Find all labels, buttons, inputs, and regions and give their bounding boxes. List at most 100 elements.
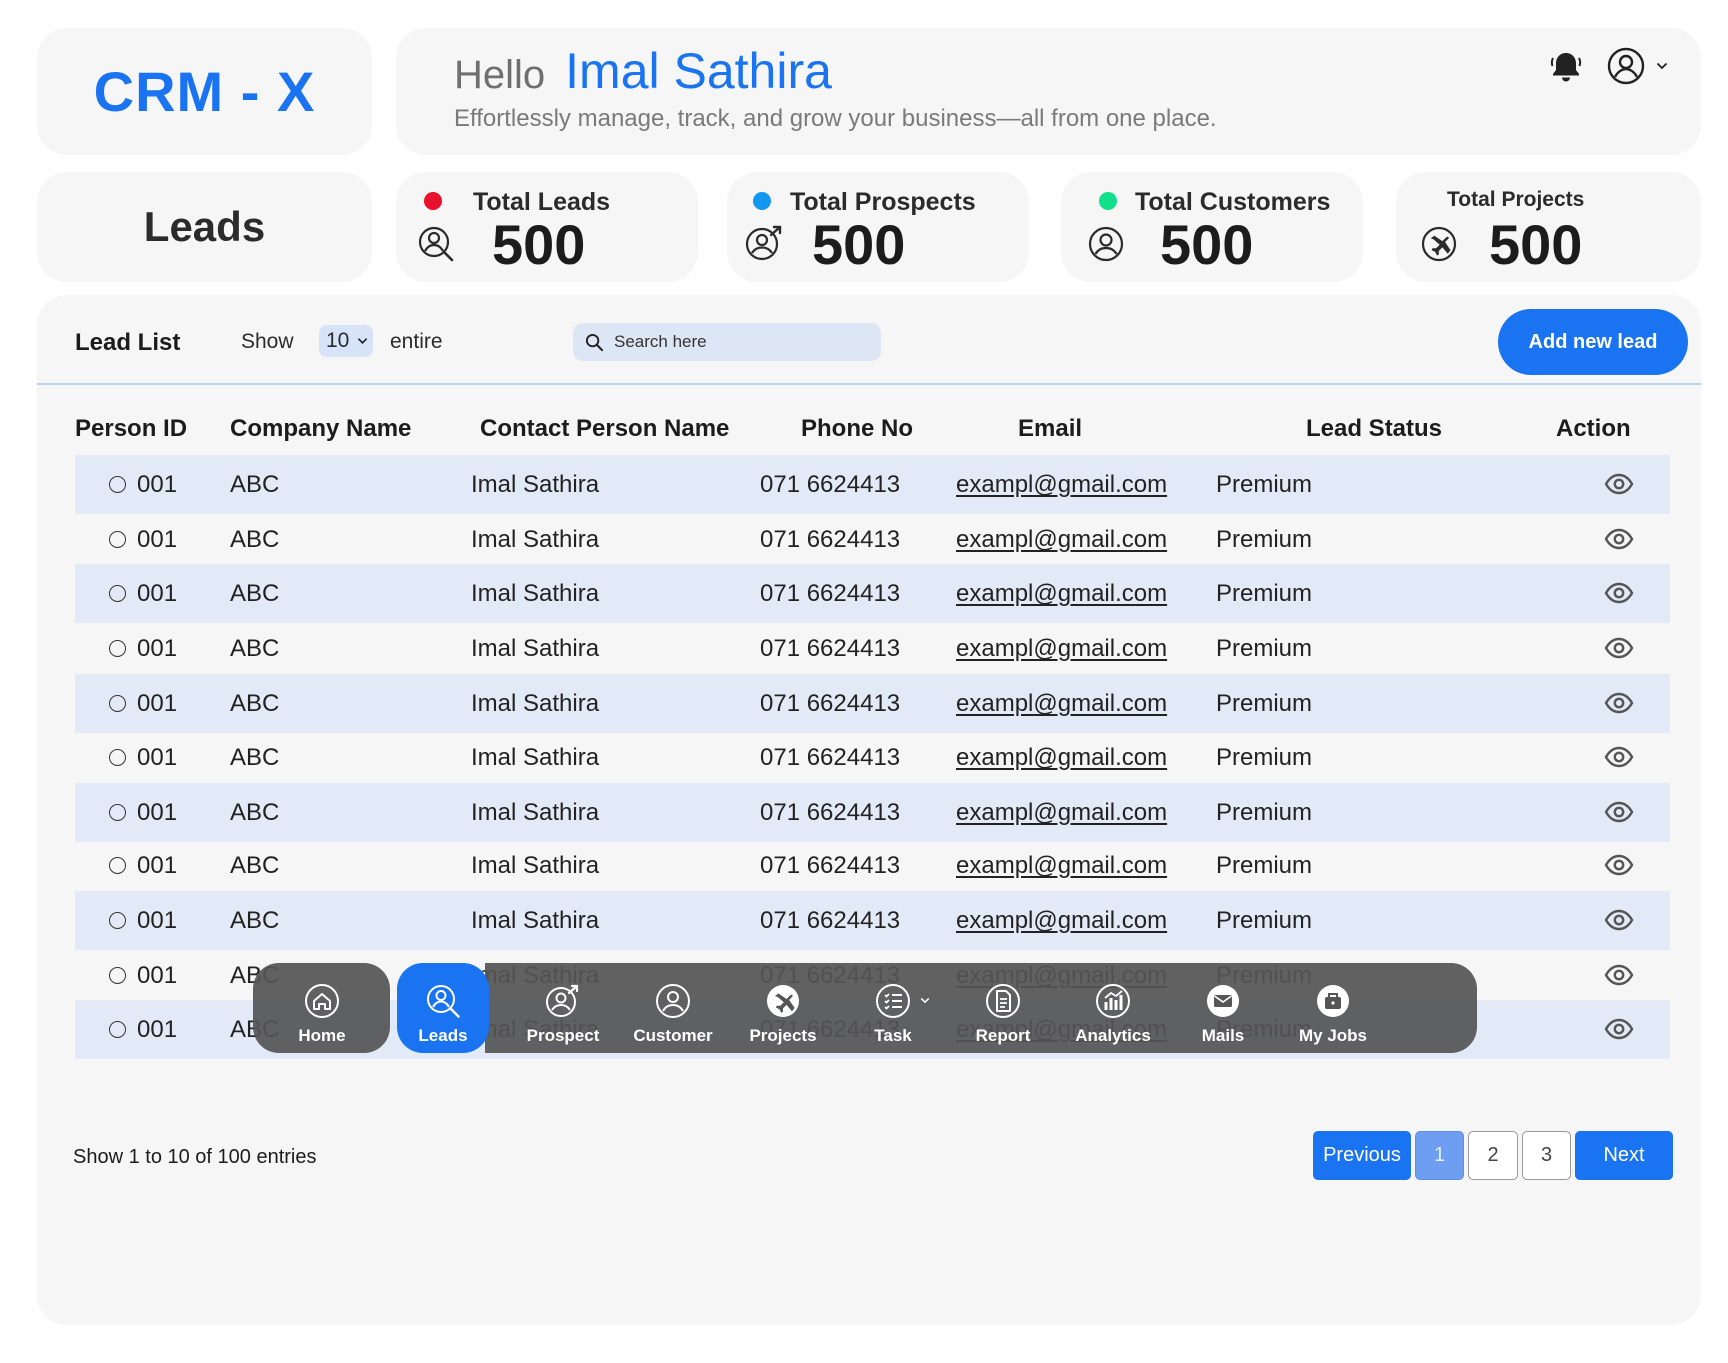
row-select-radio[interactable] <box>109 804 126 821</box>
header: Hello Imal Sathira Effortlessly manage, … <box>396 28 1701 155</box>
page-title-card: Leads <box>37 172 372 282</box>
cell-company: ABC <box>230 580 280 607</box>
notification-bell-icon[interactable] <box>1546 46 1586 86</box>
cell-email[interactable]: exampl@gmail.com <box>956 471 1167 499</box>
view-eye-icon[interactable] <box>1604 746 1634 768</box>
view-eye-icon[interactable] <box>1604 1018 1634 1040</box>
nav-item-prospect[interactable]: Prospect <box>508 963 618 1053</box>
cell-contact-person: Imal Sathira <box>471 526 600 553</box>
mail-icon <box>1207 985 1239 1017</box>
report-icon <box>986 984 1020 1018</box>
page-title: Leads <box>143 203 266 250</box>
row-select-radio[interactable] <box>109 640 126 657</box>
cell-phone: 071 6624413 <box>760 580 901 607</box>
cell-person-id: 001 <box>137 962 178 989</box>
cell-email[interactable]: exampl@gmail.com <box>956 907 1167 935</box>
cell-email[interactable]: exampl@gmail.com <box>956 690 1167 718</box>
row-select-radio[interactable] <box>109 695 126 712</box>
page-size-select[interactable]: 10 <box>319 325 373 357</box>
row-select-radio[interactable] <box>109 1021 126 1038</box>
nav-item-mails[interactable]: Mails <box>1168 963 1278 1053</box>
divider <box>37 383 1701 385</box>
cell-email[interactable]: exampl@gmail.com <box>956 635 1167 663</box>
nav-item-my-jobs[interactable]: My Jobs <box>1278 963 1388 1053</box>
plane-icon <box>767 985 799 1017</box>
nav-label: Projects <box>749 1026 817 1045</box>
view-eye-icon[interactable] <box>1604 637 1634 659</box>
cell-phone: 071 6624413 <box>760 744 901 771</box>
cell-email[interactable]: exampl@gmail.com <box>956 852 1167 880</box>
search-input[interactable] <box>614 332 864 352</box>
nav-label: My Jobs <box>1298 1026 1368 1045</box>
column-header-lead-status: Lead Status <box>1306 415 1443 442</box>
stat-value: 500 <box>812 213 906 276</box>
cell-email[interactable]: exampl@gmail.com <box>956 526 1167 554</box>
briefcase-icon <box>1317 985 1349 1017</box>
table-row: 001 ABC Imal Sathira 071 6624413 exampl@gmai… <box>75 836 1670 895</box>
show-label: Show <box>241 330 294 353</box>
row-select-radio[interactable] <box>109 531 126 548</box>
view-eye-icon[interactable] <box>1604 473 1634 495</box>
view-eye-icon[interactable] <box>1604 854 1634 876</box>
view-eye-icon[interactable] <box>1604 801 1634 823</box>
view-eye-icon[interactable] <box>1604 909 1634 931</box>
cell-contact-person: Imal Sathira <box>471 799 600 826</box>
page-button-1[interactable]: 1 <box>1415 1131 1464 1180</box>
profile-menu[interactable] <box>1606 44 1680 88</box>
status-dot <box>753 192 771 210</box>
cell-person-id: 001 <box>137 580 178 607</box>
cell-contact-person: Imal Sathira <box>471 580 600 607</box>
nav-item-customer[interactable]: Customer <box>618 963 728 1053</box>
table-row: 001 ABC Imal Sathira 071 6624413 exampl@gmai… <box>75 564 1670 623</box>
view-eye-icon[interactable] <box>1604 964 1634 986</box>
cell-lead-status: Premium <box>1216 852 1313 879</box>
column-header-action: Action <box>1556 415 1631 442</box>
page-button-3[interactable]: 3 <box>1522 1131 1571 1180</box>
view-eye-icon[interactable] <box>1604 692 1634 714</box>
row-select-radio[interactable] <box>109 912 126 929</box>
greeting: Hello <box>454 53 546 97</box>
cell-contact-person: Imal Sathira <box>471 635 600 662</box>
previous-page-button[interactable]: Previous <box>1313 1131 1411 1180</box>
row-select-radio[interactable] <box>109 857 126 874</box>
account-icon <box>1607 47 1645 85</box>
user-search-icon <box>427 985 460 1018</box>
page-button-2[interactable]: 2 <box>1468 1131 1518 1180</box>
cell-lead-status: Premium <box>1216 580 1313 607</box>
next-page-button[interactable]: Next <box>1575 1131 1673 1180</box>
cell-phone: 071 6624413 <box>760 526 901 553</box>
nav-item-leads[interactable]: Leads <box>388 963 498 1053</box>
column-header-person-id: Person ID <box>75 415 188 442</box>
stat-value: 500 <box>1489 213 1583 276</box>
table-row: 001 ABC Imal Sathira 071 6624413 exampl@gmai… <box>75 510 1670 569</box>
cell-company: ABC <box>230 799 280 826</box>
cell-phone: 071 6624413 <box>760 635 901 662</box>
view-eye-icon[interactable] <box>1604 528 1634 550</box>
cell-person-id: 001 <box>137 852 178 879</box>
nav-item-home[interactable]: Home <box>267 963 377 1053</box>
nav-item-projects[interactable]: Projects <box>728 963 838 1053</box>
cell-email[interactable]: exampl@gmail.com <box>956 744 1167 772</box>
cell-company: ABC <box>230 526 280 553</box>
cell-person-id: 001 <box>137 471 178 498</box>
entries-info: Show 1 to 10 of 100 entries <box>73 1146 317 1168</box>
nav-item-report[interactable]: Report <box>948 963 1058 1053</box>
stat-card-total-projects: Total Projects 500 <box>1396 172 1701 282</box>
cell-email[interactable]: exampl@gmail.com <box>956 799 1167 827</box>
nav-item-analytics[interactable]: Analytics <box>1058 963 1168 1053</box>
search-box[interactable] <box>573 323 881 361</box>
cell-email[interactable]: exampl@gmail.com <box>956 580 1167 608</box>
nav-label: Customer <box>633 1026 713 1045</box>
row-select-radio[interactable] <box>109 476 126 493</box>
nav-item-task[interactable]: Task <box>838 963 948 1053</box>
row-select-radio[interactable] <box>109 967 126 984</box>
view-eye-icon[interactable] <box>1604 582 1634 604</box>
cell-company: ABC <box>230 635 280 662</box>
add-new-lead-button[interactable]: Add new lead <box>1498 309 1688 375</box>
row-select-radio[interactable] <box>109 585 126 602</box>
stat-card-total-customers: Total Customers 500 <box>1061 172 1363 282</box>
cell-company: ABC <box>230 690 280 717</box>
column-header-contact-person: Contact Person Name <box>480 415 730 442</box>
row-select-radio[interactable] <box>109 749 126 766</box>
page-size-value: 10 <box>326 329 350 352</box>
